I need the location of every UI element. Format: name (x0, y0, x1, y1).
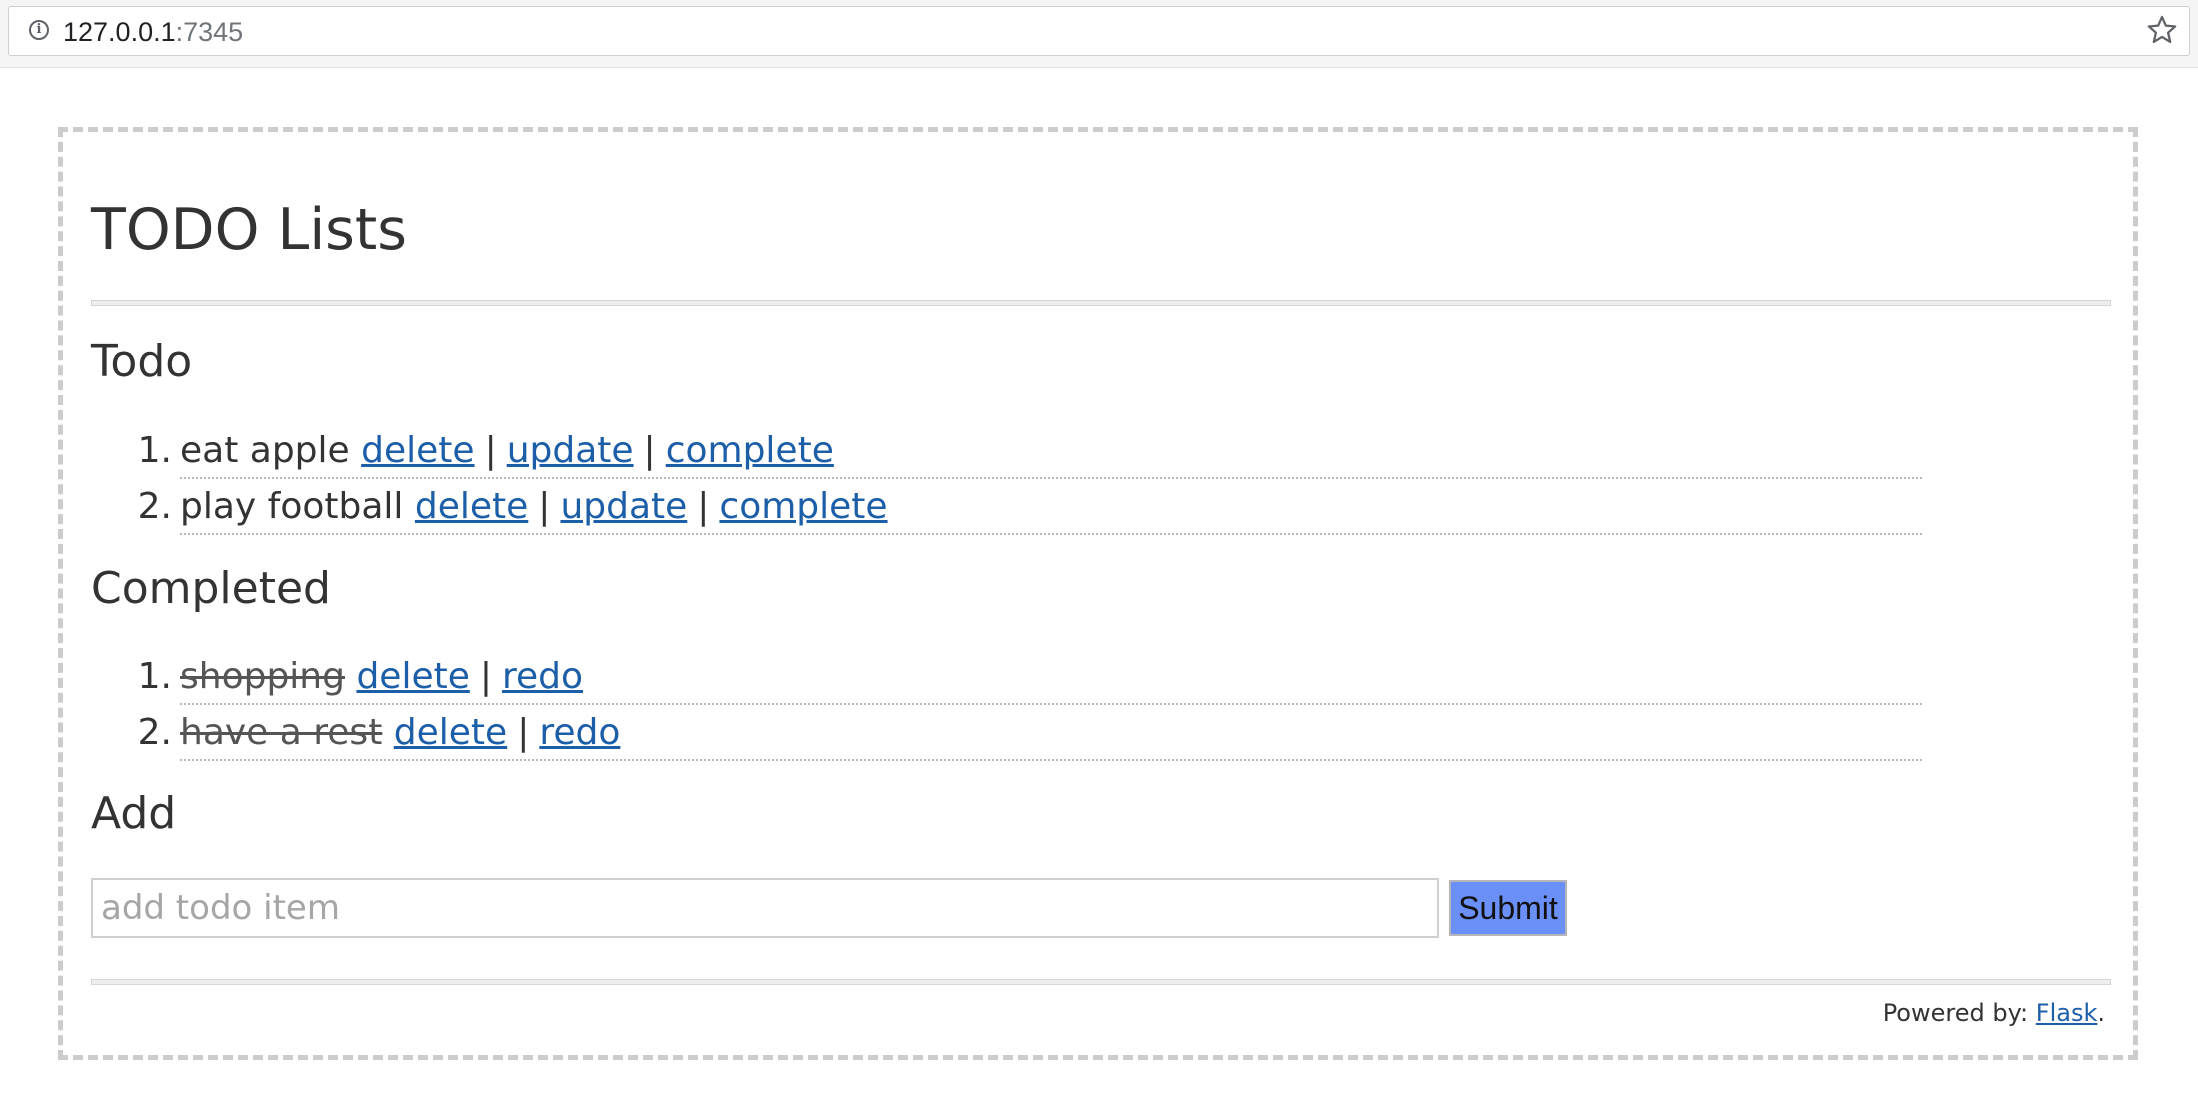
item-number: 1. (137, 430, 172, 471)
item-number: 1. (137, 656, 172, 697)
redo-link[interactable]: redo (539, 712, 620, 753)
update-link[interactable]: update (507, 430, 634, 471)
footer: Powered by: Flask. (1883, 998, 2105, 1028)
todo-item: 1. eat apple delete | update | complete (138, 425, 1922, 479)
delete-link[interactable]: delete (415, 486, 528, 527)
footer-divider (91, 979, 2111, 985)
link-separator: | (643, 430, 656, 471)
update-link[interactable]: update (560, 486, 687, 527)
todo-item: 2. play football delete | update | complete (138, 481, 1922, 535)
url-host: 127.0.0.1 (63, 17, 176, 47)
delete-link[interactable]: delete (394, 712, 507, 753)
item-number: 2. (137, 712, 172, 753)
browser-toolbar: i 127.0.0.1:7345 (0, 0, 2198, 68)
page-title: TODO Lists (91, 197, 407, 263)
delete-link[interactable]: delete (356, 656, 469, 697)
completed-item: 1. shopping delete | redo (138, 651, 1922, 705)
todo-item-text: play football (180, 486, 404, 527)
redo-link[interactable]: redo (502, 656, 583, 697)
star-icon[interactable] (2145, 13, 2179, 47)
complete-link[interactable]: complete (719, 486, 887, 527)
item-number: 2. (137, 486, 172, 527)
info-icon[interactable]: i (29, 20, 49, 40)
submit-button[interactable]: Submit (1449, 880, 1567, 936)
todo-container: TODO Lists Todo Completed Add Submit Pow… (58, 127, 2138, 1060)
link-separator: | (538, 486, 551, 527)
address-bar[interactable]: i 127.0.0.1:7345 (8, 6, 2190, 56)
header-divider (91, 300, 2111, 306)
add-heading: Add (91, 788, 177, 839)
link-separator: | (517, 712, 530, 753)
url-text[interactable]: 127.0.0.1:7345 (63, 17, 243, 47)
todo-item-text: eat apple (180, 430, 350, 471)
link-separator: | (484, 430, 497, 471)
link-separator: | (479, 656, 492, 697)
completed-heading: Completed (91, 563, 331, 614)
todo-heading: Todo (91, 336, 193, 387)
completed-item: 2. have a rest delete | redo (138, 707, 1922, 761)
delete-link[interactable]: delete (361, 430, 474, 471)
flask-link[interactable]: Flask (2036, 999, 2098, 1027)
footer-suffix: . (2097, 999, 2105, 1027)
footer-prefix: Powered by: (1882, 999, 2036, 1027)
add-todo-input[interactable] (91, 878, 1439, 938)
completed-item-text: have a rest (180, 712, 383, 753)
link-separator: | (697, 486, 710, 527)
completed-item-text: shopping (180, 656, 345, 697)
url-port: :7345 (175, 17, 244, 47)
complete-link[interactable]: complete (666, 430, 834, 471)
